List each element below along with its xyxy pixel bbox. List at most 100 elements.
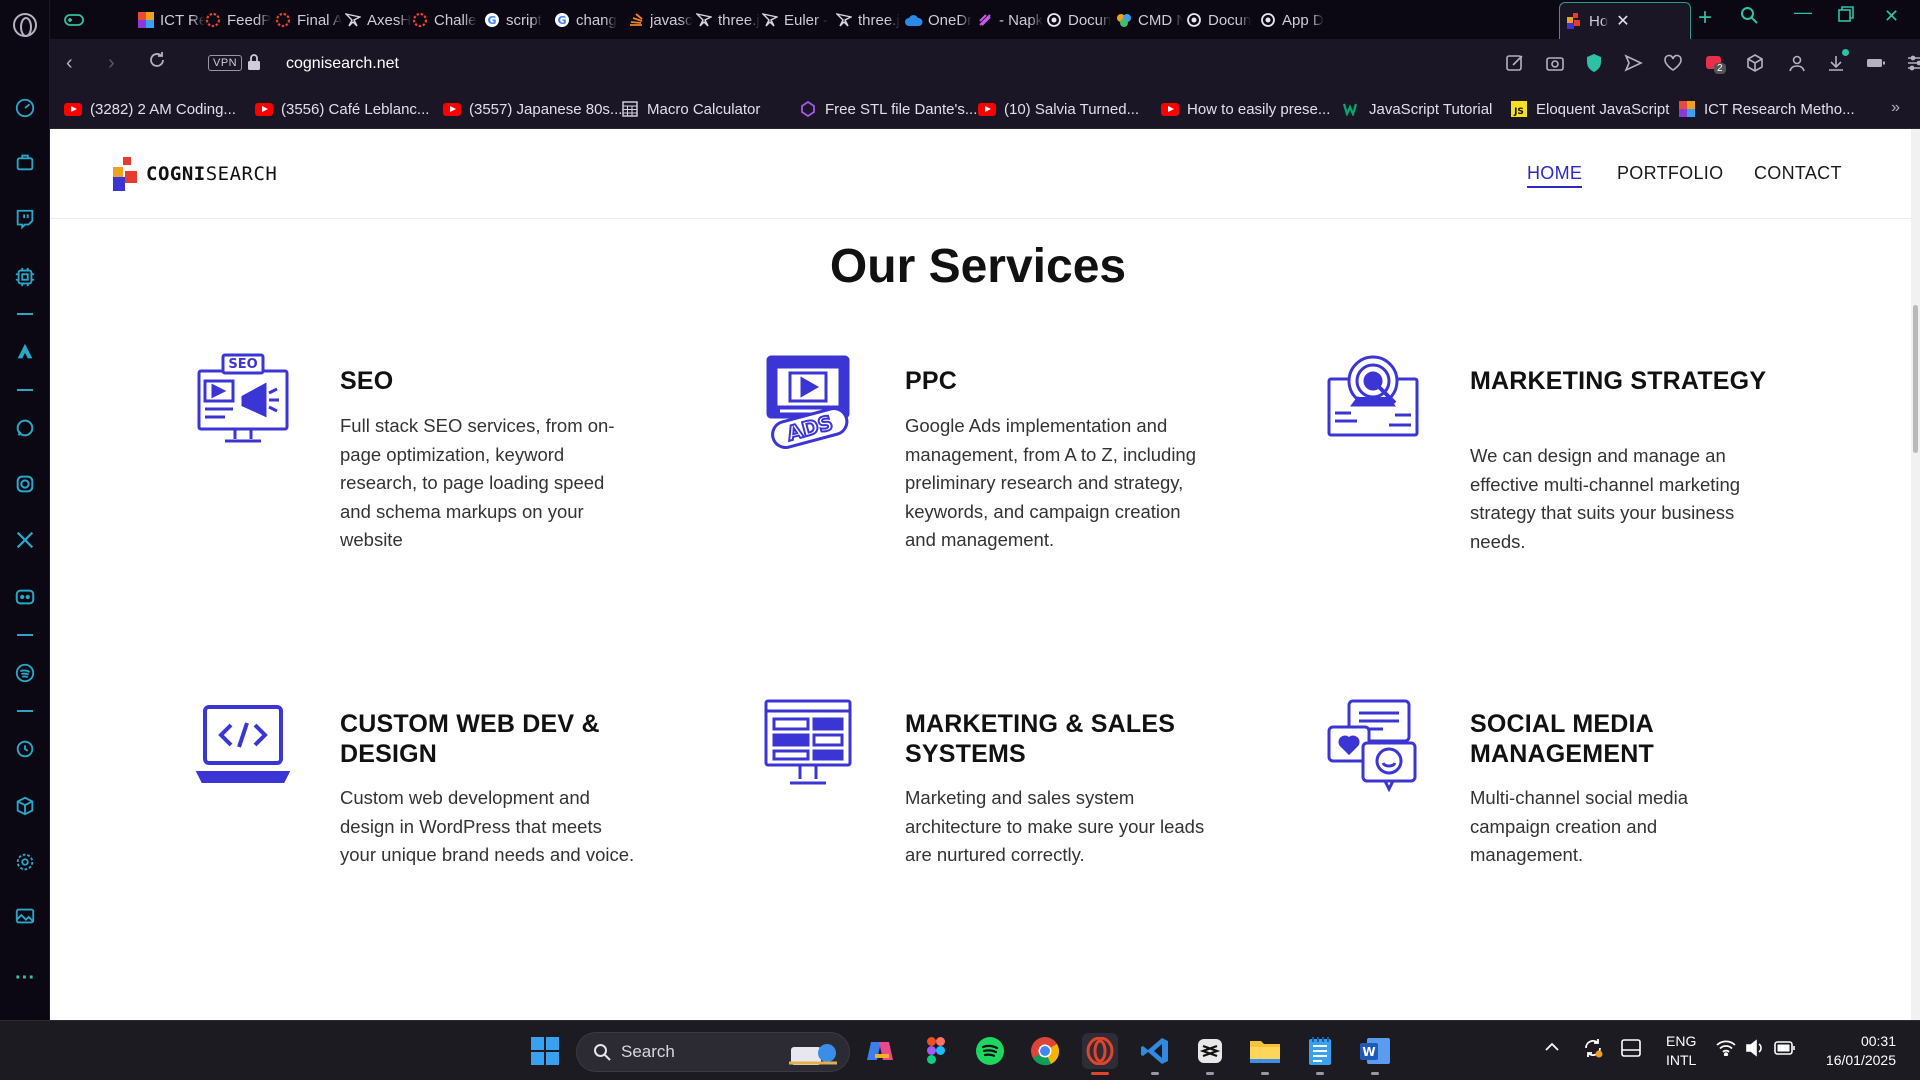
taskbar-search[interactable]: Search (576, 1032, 850, 1072)
aria-icon[interactable] (13, 340, 37, 364)
tab-item[interactable]: Euler - (761, 6, 829, 34)
tab-item[interactable]: - Napk (976, 6, 1044, 34)
tab-item[interactable]: Gchang (553, 6, 621, 34)
tablet-mode-icon[interactable] (1621, 1039, 1641, 1060)
speed-dial-icon[interactable] (13, 96, 37, 120)
bookmark-item[interactable]: JavaScript Tutorial (1343, 97, 1492, 121)
nav-contact[interactable]: CONTACT (1754, 163, 1842, 184)
download-icon[interactable] (1825, 49, 1849, 74)
discord-icon[interactable] (13, 585, 37, 609)
edit-page-icon[interactable] (1504, 52, 1526, 74)
sidebar-separator (17, 313, 33, 315)
heart-icon[interactable] (1662, 52, 1684, 74)
shopping-bag-icon[interactable] (13, 150, 37, 174)
bookmarks-overflow-chevron-icon[interactable]: » (1891, 99, 1900, 117)
tab-item[interactable]: Docun (1045, 6, 1113, 34)
tab-item[interactable]: CMD N (1115, 6, 1183, 34)
vpn-badge[interactable]: VPN (208, 55, 243, 71)
extensions-cube-icon[interactable] (13, 794, 37, 818)
openai-icon (1045, 11, 1063, 29)
profile-icon[interactable] (1786, 52, 1808, 74)
file-explorer-icon[interactable] (1247, 1033, 1283, 1075)
tab-title: ICT Re (160, 11, 205, 29)
tab-search-icon[interactable] (1740, 6, 1758, 29)
tab-item[interactable]: App D (1259, 6, 1327, 34)
ai-chip-icon[interactable] (13, 265, 37, 289)
whatsapp-icon[interactable] (13, 416, 37, 440)
gamepad-icon[interactable] (64, 6, 84, 34)
word-icon[interactable]: W (1357, 1033, 1393, 1075)
settings-gear-icon[interactable] (13, 850, 37, 874)
figma-icon[interactable] (918, 1033, 954, 1069)
youtube-icon (978, 100, 996, 118)
back-arrow-icon[interactable]: ‹ (66, 52, 73, 75)
tab-item[interactable]: three.j (835, 6, 903, 34)
tab-item[interactable]: javasc (627, 6, 695, 34)
easy-setup-icon[interactable] (1905, 52, 1920, 74)
bookmark-item[interactable]: Macro Calculator (621, 97, 760, 121)
page-scrollbar-thumb[interactable] (1913, 305, 1918, 453)
tab-item[interactable]: Gscript (483, 6, 551, 34)
bookmark-item[interactable]: (3282) 2 AM Coding... (64, 97, 236, 121)
copilot-icon[interactable] (862, 1033, 898, 1069)
site-logo[interactable]: COGNISEARCH (113, 157, 277, 191)
tab-item[interactable]: ICT Re (137, 6, 205, 34)
forward-arrow-icon[interactable]: › (108, 52, 115, 75)
camera-snapshot-icon[interactable] (1544, 52, 1566, 74)
reload-icon[interactable] (148, 51, 166, 75)
spotify-icon[interactable] (13, 661, 37, 685)
start-icon[interactable] (527, 1033, 563, 1069)
tab-item[interactable]: OneDr (905, 6, 973, 34)
bookmark-item[interactable]: JS Eloquent JavaScript (1510, 97, 1669, 121)
clock[interactable]: 00:31 16/01/2025 (1818, 1032, 1896, 1070)
tab-item[interactable]: AxesH (344, 6, 412, 34)
close-window-icon[interactable]: ✕ (1884, 6, 1899, 27)
page-scrollbar[interactable] (1911, 129, 1920, 1020)
sync-icon[interactable] (1582, 1037, 1604, 1062)
battery-icon[interactable] (1774, 1041, 1796, 1058)
x-twitter-icon[interactable] (13, 528, 37, 552)
lock-icon[interactable] (248, 54, 260, 70)
bookmark-item[interactable]: Free STL file Dante's... (799, 97, 977, 121)
nav-portfolio[interactable]: PORTFOLIO (1617, 163, 1723, 184)
nav-home[interactable]: HOME (1527, 163, 1583, 188)
bookmark-item[interactable]: ICT Research Metho... (1678, 97, 1855, 121)
bookmark-item[interactable]: (3556) Café Leblanc... (255, 97, 429, 121)
send-icon[interactable] (1622, 52, 1644, 74)
tab-item[interactable]: Challe (411, 6, 479, 34)
extension-shield-icon[interactable]: 2 (1703, 52, 1726, 74)
bookmark-item[interactable]: (10) Salvia Turned... (978, 97, 1139, 121)
more-options-icon[interactable]: ··· (13, 966, 37, 990)
tab-active[interactable]: Ho ✕ (1559, 2, 1691, 39)
close-tab-icon[interactable]: ✕ (1616, 11, 1629, 31)
capcut-icon[interactable] (1192, 1033, 1228, 1075)
twitch-icon[interactable] (13, 207, 37, 231)
opera-logo-icon[interactable] (13, 13, 37, 37)
url-field[interactable]: cognisearch.net (286, 55, 399, 73)
notepad-icon[interactable] (1302, 1033, 1338, 1075)
bookmark-item[interactable]: How to easily prese... (1161, 97, 1330, 121)
tray-overflow-chevron-icon[interactable] (1544, 1039, 1560, 1058)
history-clock-icon[interactable] (13, 737, 37, 761)
instagram-icon[interactable] (13, 472, 37, 496)
new-tab-plus-icon[interactable]: + (1698, 4, 1712, 32)
chrome-icon[interactable] (1027, 1033, 1063, 1069)
vscode-icon[interactable] (1137, 1033, 1173, 1075)
tab-item[interactable]: Docun (1185, 6, 1253, 34)
shield-check-icon[interactable] (1583, 52, 1605, 74)
gallery-icon[interactable] (13, 904, 37, 928)
language-indicator[interactable]: ENG INTL (1666, 1032, 1696, 1070)
spotify-icon[interactable] (972, 1033, 1008, 1069)
restore-icon[interactable] (1838, 6, 1854, 27)
tab-item[interactable]: three.j (695, 6, 763, 34)
wifi-icon[interactable] (1716, 1040, 1736, 1059)
battery-saver-icon[interactable] (1865, 52, 1887, 74)
tab-item[interactable]: Final A (274, 6, 342, 34)
bookmark-label: Eloquent JavaScript (1536, 100, 1670, 118)
extensions-cube-icon[interactable] (1744, 52, 1766, 74)
opera-icon[interactable] (1082, 1033, 1118, 1075)
tab-item[interactable]: FeedP (204, 6, 272, 34)
minimize-icon[interactable]: — (1794, 2, 1812, 23)
volume-icon[interactable] (1745, 1039, 1765, 1060)
bookmark-item[interactable]: (3557) Japanese 80s... (443, 97, 622, 121)
